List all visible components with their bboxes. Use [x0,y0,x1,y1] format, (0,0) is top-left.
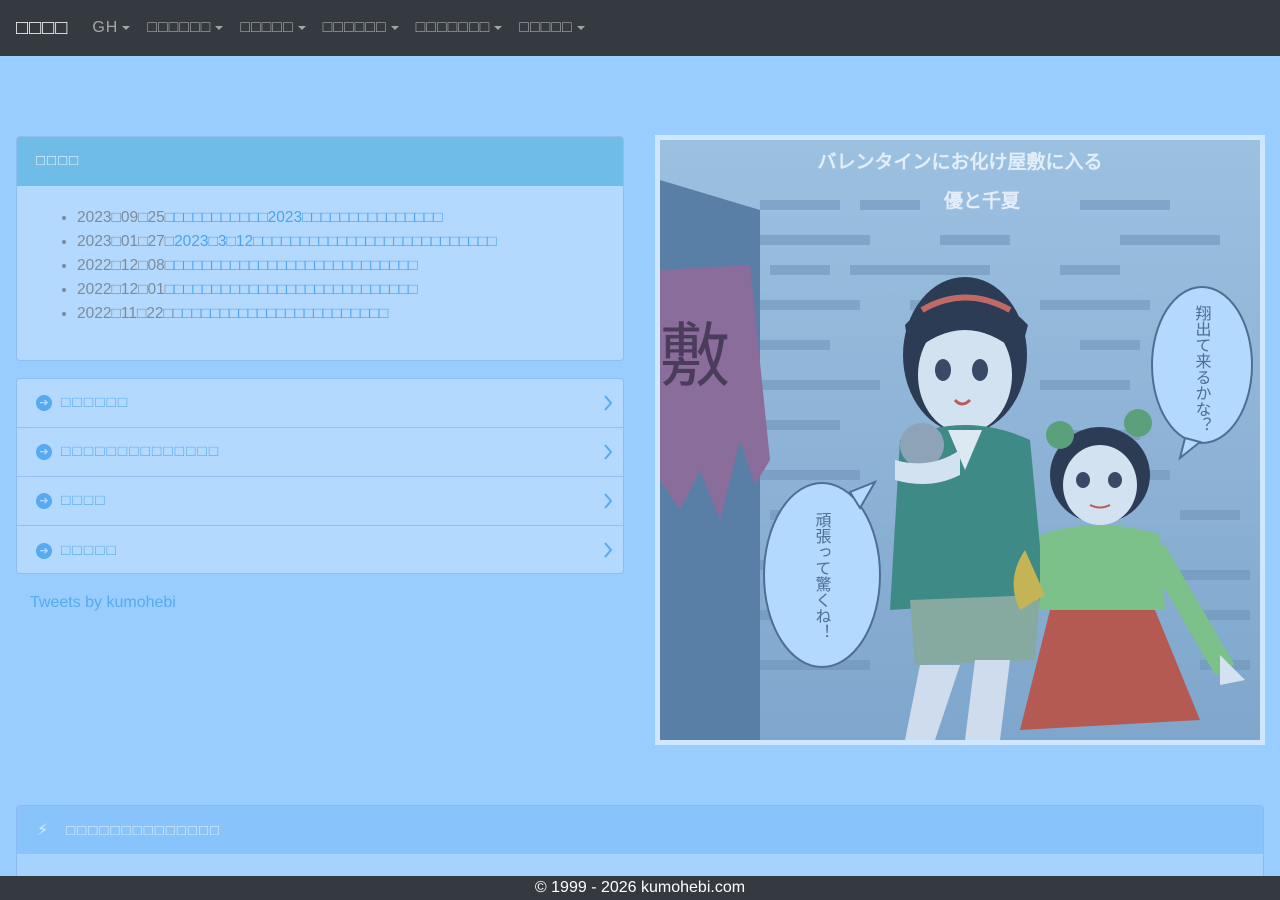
caret-down-icon [215,26,224,30]
lightning-bolt-icon: ⚡ [37,822,51,839]
nav-menu-gh[interactable]: GH [92,19,131,37]
link-item-label: □□□□□□ [61,394,130,411]
illustration-title-line2: 優と千夏 [943,189,1021,212]
sign-glyph: 敷 [660,315,730,397]
news-item: 2023□09□25□□□□□□□□□□□2023□□□□□□□□□□□□□□□ [77,206,623,230]
link-item-3[interactable]: ➔ □□□□ [17,477,623,526]
nav-menu-label: GH [92,19,119,36]
news-date: 2023□09□25□ [77,209,175,226]
featured-illustration: 敷 バレンタインにお化け屋敷に入る 優と千夏 翔出て来るかな？ 頑張って驚くね！ [655,135,1265,745]
news-item: 2022□12□08□□□□□□□□□□□□□□□□□□□□□□□□□□□ [77,254,623,278]
news-date: 2023□01□27□ [77,233,175,250]
link-item-2[interactable]: ➔ □□□□□□□□□□□□□□ [17,428,623,477]
caret-down-icon [390,26,399,30]
chevron-right-icon [604,444,613,460]
chevron-right-icon [604,493,613,509]
caret-down-icon [494,26,503,30]
caret-down-icon [576,26,585,30]
link-item-4[interactable]: ➔ □□□□□ [17,526,623,573]
link-item-label: □□□□□ [61,541,118,559]
top-navbar: □□□□ GH □□□□□□ □□□□□ □□□□□□ □□□□□□□ □□□□… [0,0,1280,56]
site-brand[interactable]: □□□□ [16,17,68,40]
nav-menu-label: □□□□□ [519,19,573,36]
lower-card: ⚡ □□□□□□□□□□□□□□ [16,805,1264,885]
news-link[interactable]: 2023□3□12□□□□□□□□□□□□□□□□□□□□□□□□□□ [174,233,496,250]
nav-menu-label: □□□□□ [240,19,294,36]
speech-bubble-left-text: 頑張って驚くね！ [813,512,832,640]
news-item: 2022□11□22□□□□□□□□□□□□□□□□□□□□□□□□ [77,302,623,326]
news-item: 2022□12□01□□□□□□□□□□□□□□□□□□□□□□□□□□□ [77,278,623,302]
nav-menu-6[interactable]: □□□□□ [519,19,585,37]
site-footer: © 1999 - 2026 kumohebi.com [0,876,1280,900]
news-link[interactable]: □□□□□□□□□□□□□□□□□□□□□□□ [173,305,388,322]
tweets-link[interactable]: Tweets by kumohebi [30,594,176,612]
link-list-group: ➔ □□□□□□ ➔ □□□□□□□□□□□□□□ ➔ □□□□ ➔ □□□□□ [16,378,624,574]
arrow-circle-right-icon: ➔ [36,395,52,411]
nav-menu-label: □□□□□□ [147,19,212,36]
illustration-title-line1: バレンタインにお化け屋敷に入る [817,150,1102,173]
nav-menu-4[interactable]: □□□□□□ [323,19,399,37]
caret-down-icon [297,26,306,30]
news-card-header: □□□□ [17,137,623,186]
link-item-1[interactable]: ➔ □□□□□□ [17,379,623,428]
news-date: 2022□12□01□ [77,281,175,298]
arrow-circle-right-icon: ➔ [36,493,52,509]
lower-card-title: □□□□□□□□□□□□□□ [66,821,222,839]
news-link[interactable]: □□□□□□□□□□□□□□□□□□□□□□□□□□ [174,281,417,298]
news-date: 2022□12□08□ [77,257,175,274]
news-list: 2023□09□25□□□□□□□□□□□2023□□□□□□□□□□□□□□□… [17,186,623,326]
news-date: 2022□11□22□ [77,305,173,322]
chevron-right-icon [604,542,613,558]
nav-menu-3[interactable]: □□□□□ [240,19,306,37]
chevron-right-icon [604,395,613,411]
illustration-image: 敷 バレンタインにお化け屋敷に入る 優と千夏 翔出て来るかな？ 頑張って驚くね！ [660,140,1260,740]
news-card: □□□□ 2023□09□25□□□□□□□□□□□2023□□□□□□□□□□… [16,136,624,361]
caret-down-icon [122,26,131,30]
nav-menu-label: □□□□□□ [322,19,387,36]
news-link[interactable]: □□□□□□□□□□2023□□□□□□□□□□□□□□□ [174,209,443,226]
arrow-circle-right-icon: ➔ [36,542,52,559]
news-item: 2023□01□27□2023□3□12□□□□□□□□□□□□□□□□□□□□… [77,230,623,254]
nav-menu-label: □□□□□□□ [415,19,491,36]
arrow-circle-right-icon: ➔ [36,444,52,460]
news-link[interactable]: □□□□□□□□□□□□□□□□□□□□□□□□□□ [174,257,417,274]
nav-menu-5[interactable]: □□□□□□□ [416,19,503,37]
link-item-label: □□□□□□□□□□□□□□ [61,443,221,460]
link-item-label: □□□□ [61,492,107,509]
speech-bubble-right-text: 翔出て来るかな？ [1193,305,1212,433]
lower-card-header: ⚡ □□□□□□□□□□□□□□ [17,806,1263,854]
nav-menu-2[interactable]: □□□□□□ [147,19,224,37]
